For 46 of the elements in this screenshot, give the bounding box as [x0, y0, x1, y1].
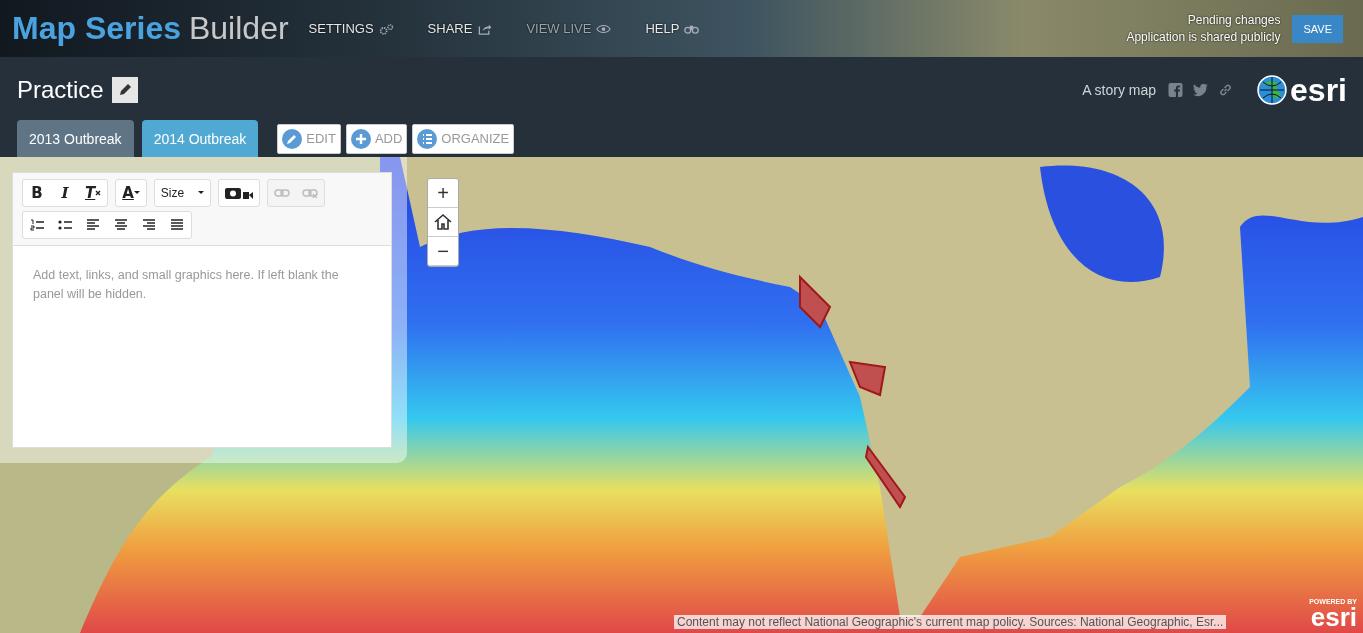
globe-icon: [1257, 74, 1288, 105]
facebook-icon[interactable]: [1168, 82, 1184, 97]
bird-icon[interactable]: [1193, 82, 1209, 97]
logo-text: esri: [1290, 73, 1347, 106]
bullet-list-icon: [58, 219, 72, 231]
tab[interactable]: 2013 Outbreak: [17, 120, 134, 157]
attribution-text: Content may not reflect National Geographic's current map policy. Sources: National Geographic, Esr...: [674, 615, 1227, 629]
zoom-in-button[interactable]: +: [428, 179, 458, 208]
format-button[interactable]: Size: [154, 180, 211, 206]
nav-link[interactable]: SHARE: [427, 21, 493, 36]
status-text: Application is shared publicly: [1126, 28, 1281, 46]
pencil-icon: [282, 128, 303, 149]
status-text: Pending changes: [1187, 11, 1281, 29]
share-icon: [477, 22, 493, 35]
story-subtitle: A story map: [1082, 81, 1157, 98]
home-icon: [433, 212, 453, 232]
x-icon: [95, 190, 102, 196]
align-icon: [114, 219, 128, 231]
unlink-icon: [302, 188, 319, 198]
format-button[interactable]: I: [51, 180, 79, 206]
gears-icon: [378, 22, 394, 35]
list-icon: [417, 128, 438, 149]
caret-icon: [198, 191, 205, 195]
plus-icon: [350, 128, 371, 149]
format-button[interactable]: T: [79, 180, 108, 206]
edit-title-button[interactable]: [111, 76, 138, 103]
link-icon: [274, 188, 291, 198]
app-subtitle: Builder: [188, 10, 289, 46]
home-button[interactable]: [428, 208, 458, 237]
format-button[interactable]: B: [23, 180, 51, 206]
align-icon: [86, 219, 100, 231]
zoom-out-button[interactable]: −: [428, 237, 458, 266]
caret-icon: [133, 191, 140, 195]
align-icon: [170, 219, 184, 231]
camera-video-icon: [225, 186, 254, 200]
align-icon: [142, 219, 156, 231]
format-button[interactable]: A: [116, 180, 146, 206]
save-button[interactable]: SAVE: [1292, 14, 1343, 43]
eye-icon: [596, 22, 612, 35]
nav-link[interactable]: SETTINGS: [308, 21, 394, 36]
nav-link[interactable]: HELP: [645, 21, 700, 36]
numbered-list-icon: [30, 219, 44, 231]
story-title: Practice: [17, 75, 104, 104]
link-icon[interactable]: [1218, 82, 1234, 97]
app-title: Map Series: [12, 10, 181, 46]
logo-text: esri: [1310, 605, 1357, 629]
